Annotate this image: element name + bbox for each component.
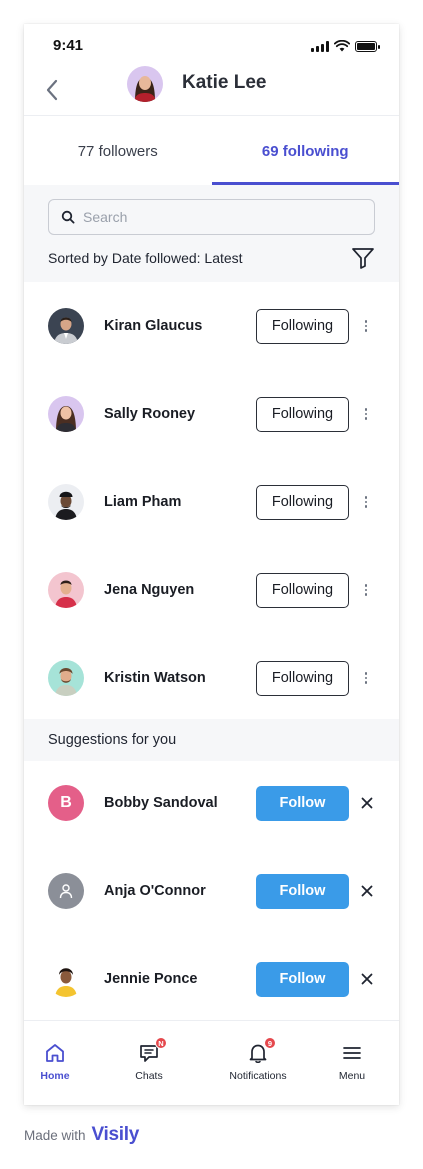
tab-followers[interactable]: 77 followers bbox=[24, 117, 212, 185]
nav-chats[interactable]: N Chats bbox=[132, 1037, 167, 1082]
list-item: Anja O'Connor Follow bbox=[24, 847, 399, 935]
follow-tabs: 77 followers 69 following bbox=[24, 117, 399, 185]
avatar[interactable] bbox=[48, 572, 84, 608]
nav-notifications[interactable]: 9 Notifications bbox=[227, 1037, 289, 1082]
user-name[interactable]: Jennie Ponce bbox=[104, 971, 197, 987]
signal-icon bbox=[311, 40, 329, 52]
user-name[interactable]: Sally Rooney bbox=[104, 406, 195, 422]
list-item: B Bobby Sandoval Follow bbox=[24, 759, 399, 847]
list-item: Kristin Watson Following bbox=[24, 634, 399, 722]
user-name[interactable]: Anja O'Connor bbox=[104, 883, 206, 899]
chat-icon: N bbox=[137, 1037, 167, 1065]
phone-screen: 9:41 Katie Lee 77 followers 69 following… bbox=[24, 24, 399, 1105]
avatar[interactable] bbox=[48, 484, 84, 520]
avatar[interactable]: B bbox=[48, 785, 84, 821]
tab-following[interactable]: 69 following bbox=[211, 117, 400, 185]
nav-label: Notifications bbox=[229, 1070, 287, 1082]
avatar[interactable] bbox=[48, 396, 84, 432]
user-name[interactable]: Jena Nguyen bbox=[104, 582, 194, 598]
filter-button[interactable] bbox=[351, 247, 375, 269]
more-options-icon[interactable] bbox=[360, 492, 372, 512]
menu-icon bbox=[340, 1041, 364, 1065]
list-item: Jena Nguyen Following bbox=[24, 546, 399, 634]
avatar-initial: B bbox=[60, 794, 72, 811]
following-button[interactable]: Following bbox=[256, 396, 349, 432]
notification-badge: 9 bbox=[264, 1037, 276, 1049]
nav-label: Menu bbox=[338, 1070, 366, 1082]
list-item: Sally Rooney Following bbox=[24, 370, 399, 458]
page-title: Katie Lee bbox=[182, 72, 267, 93]
battery-icon bbox=[355, 40, 380, 52]
avatar[interactable] bbox=[48, 873, 84, 909]
follow-button[interactable]: Follow bbox=[256, 873, 349, 909]
chevron-left-icon bbox=[46, 79, 58, 101]
search-input[interactable] bbox=[83, 209, 363, 225]
dismiss-button[interactable] bbox=[359, 795, 375, 811]
close-icon bbox=[361, 973, 373, 985]
following-button[interactable]: Following bbox=[256, 308, 349, 344]
user-placeholder-icon bbox=[59, 884, 73, 899]
more-options-icon[interactable] bbox=[360, 316, 372, 336]
bell-icon: 9 bbox=[246, 1037, 276, 1065]
following-button[interactable]: Following bbox=[256, 484, 349, 520]
sort-prefix: Sorted by bbox=[48, 250, 108, 266]
following-button[interactable]: Following bbox=[256, 660, 349, 696]
wifi-icon bbox=[334, 40, 350, 52]
list-item: Kiran Glaucus Following bbox=[24, 282, 399, 370]
list-item: Jennie Ponce Follow bbox=[24, 935, 399, 1023]
user-name[interactable]: Kiran Glaucus bbox=[104, 318, 202, 334]
status-bar: 9:41 bbox=[24, 24, 399, 64]
nav-label: Chats bbox=[135, 1070, 163, 1082]
nav-menu[interactable]: Menu bbox=[337, 1041, 367, 1082]
avatar[interactable] bbox=[48, 660, 84, 696]
dismiss-button[interactable] bbox=[359, 971, 375, 987]
bottom-nav: Home N Chats 9 Notifications Menu bbox=[24, 1020, 399, 1105]
search-box[interactable] bbox=[48, 199, 375, 235]
following-button[interactable]: Following bbox=[256, 572, 349, 608]
search-panel: Sorted by Date followed: Latest bbox=[24, 185, 399, 282]
close-icon bbox=[361, 885, 373, 897]
close-icon bbox=[361, 797, 373, 809]
follow-button[interactable]: Follow bbox=[256, 785, 349, 821]
status-icons bbox=[311, 40, 380, 52]
more-options-icon[interactable] bbox=[360, 668, 372, 688]
back-button[interactable] bbox=[38, 76, 66, 104]
profile-avatar bbox=[127, 66, 163, 102]
more-options-icon[interactable] bbox=[360, 404, 372, 424]
suggestions-header: Suggestions for you bbox=[24, 719, 399, 761]
user-name[interactable]: Kristin Watson bbox=[104, 670, 206, 686]
made-with-footer: Made with Visily bbox=[24, 1124, 139, 1146]
status-time: 9:41 bbox=[53, 37, 84, 54]
suggestions-list: B Bobby Sandoval Follow Anja O'Connor Fo… bbox=[24, 759, 399, 1023]
following-list: Kiran Glaucus Following Sally Rooney Fol… bbox=[24, 282, 399, 722]
made-with-label: Made with bbox=[24, 1127, 86, 1143]
home-icon bbox=[43, 1041, 67, 1065]
search-icon bbox=[61, 210, 75, 224]
more-options-icon[interactable] bbox=[360, 580, 372, 600]
user-name[interactable]: Bobby Sandoval bbox=[104, 795, 218, 811]
nav-label: Home bbox=[40, 1070, 70, 1082]
chat-badge: N bbox=[155, 1037, 167, 1049]
user-name[interactable]: Liam Pham bbox=[104, 494, 181, 510]
list-item: Liam Pham Following bbox=[24, 458, 399, 546]
follow-button[interactable]: Follow bbox=[256, 961, 349, 997]
sort-value[interactable]: Date followed: Latest bbox=[112, 250, 243, 266]
nav-home[interactable]: Home bbox=[40, 1041, 70, 1082]
visily-logo[interactable]: Visily bbox=[92, 1124, 140, 1146]
dismiss-button[interactable] bbox=[359, 883, 375, 899]
profile-header: Katie Lee bbox=[24, 64, 399, 116]
sort-label: Sorted by Date followed: Latest bbox=[48, 250, 243, 266]
filter-icon bbox=[352, 248, 374, 269]
avatar[interactable] bbox=[48, 961, 84, 997]
avatar[interactable] bbox=[48, 308, 84, 344]
